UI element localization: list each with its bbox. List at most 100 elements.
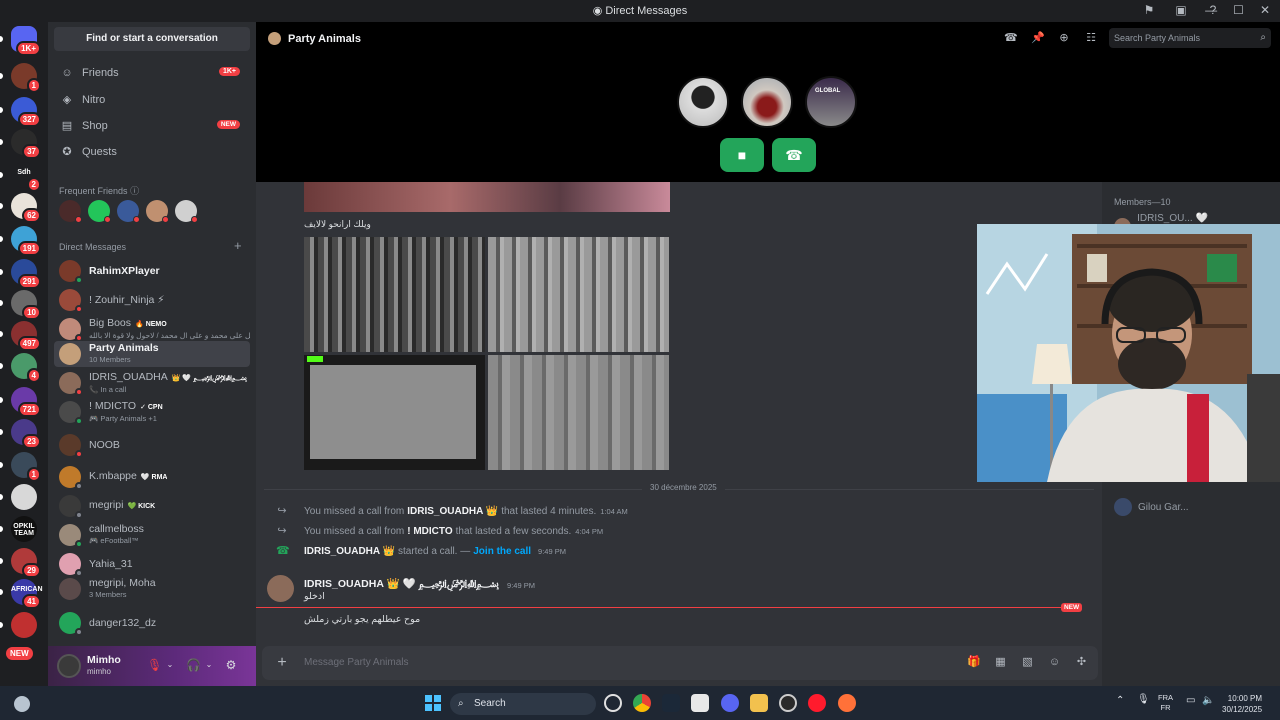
capture-tool-icon[interactable] bbox=[691, 694, 709, 712]
inbox-icon[interactable]: ⚑ bbox=[1142, 3, 1156, 17]
minimize-button[interactable]: — bbox=[1205, 3, 1217, 17]
create-dm-button[interactable]: + bbox=[234, 238, 242, 253]
language-indicator[interactable]: FRA FR bbox=[1158, 693, 1173, 713]
gift-icon[interactable]: 🎁 bbox=[967, 656, 981, 669]
message-composer[interactable]: + Message Party Animals 🎁 ▦ ▧ ☺ ✣ bbox=[262, 646, 1098, 680]
headset-icon[interactable]: 🎧 bbox=[186, 658, 201, 672]
frequent-friend-avatar[interactable] bbox=[88, 200, 111, 223]
dm-item[interactable]: Yahia_31 bbox=[54, 551, 250, 577]
server-icon[interactable]: 37 bbox=[11, 129, 41, 159]
taskbar-search[interactable]: ⌕ Search bbox=[450, 693, 596, 715]
server-icon[interactable] bbox=[11, 612, 37, 638]
dm-item[interactable]: megripi, Moha 3 Members bbox=[54, 576, 250, 602]
dm-item[interactable]: K.mbappe 🤍 RMA bbox=[54, 464, 250, 490]
member-list-icon[interactable]: ☷ bbox=[1085, 32, 1097, 44]
server-icon[interactable]: AFRICAN 41 bbox=[11, 579, 43, 609]
find-conversation-button[interactable]: Find or start a conversation bbox=[54, 27, 250, 51]
dm-item[interactable]: danger132_dz bbox=[54, 610, 250, 636]
volume-icon[interactable]: 🔈 bbox=[1202, 696, 1214, 706]
user-avatar[interactable] bbox=[57, 654, 81, 678]
video-call-button[interactable]: ■ bbox=[720, 138, 764, 172]
tray-chevron-icon[interactable]: ⌃ bbox=[1116, 696, 1124, 706]
server-icon[interactable]: 10 bbox=[11, 290, 41, 320]
windows-start-icon[interactable] bbox=[425, 695, 441, 711]
nav-shop[interactable]: ▤ Shop NEW bbox=[54, 113, 250, 139]
frequent-friend-avatar[interactable] bbox=[175, 200, 198, 223]
server-icon[interactable]: 721 bbox=[11, 387, 41, 417]
image-attachment[interactable] bbox=[304, 182, 670, 212]
server-icon[interactable]: 4 bbox=[11, 353, 41, 383]
firefox-icon[interactable] bbox=[838, 694, 856, 712]
call-participant-avatar[interactable] bbox=[677, 76, 729, 128]
dm-item[interactable]: Party Animals 10 Members bbox=[54, 341, 250, 367]
image-attachment[interactable] bbox=[488, 237, 669, 352]
image-attachment[interactable] bbox=[488, 355, 669, 470]
dm-item[interactable]: NOOB bbox=[54, 432, 250, 458]
member-row[interactable]: Gilou Gar... bbox=[1114, 498, 1189, 516]
chevron-down-icon[interactable]: ⌄ bbox=[202, 658, 216, 672]
pin-icon[interactable]: 📌 bbox=[1031, 32, 1045, 44]
screen-share-icon[interactable]: ▣ bbox=[1174, 3, 1188, 17]
server-icon[interactable]: Sdh 2 bbox=[11, 162, 41, 192]
add-friends-icon[interactable]: ⊕ bbox=[1058, 32, 1070, 44]
server-icon[interactable]: 62 bbox=[11, 193, 41, 223]
server-icon[interactable]: 327 bbox=[11, 97, 41, 127]
maximize-button[interactable]: ☐ bbox=[1233, 3, 1244, 17]
dm-item[interactable]: megripi 💚 KICK bbox=[54, 493, 250, 519]
dm-item[interactable]: ! MDICTO ✓ CPN 🎮 Party Animals +1 bbox=[54, 399, 250, 425]
chevron-down-icon[interactable]: ⌄ bbox=[163, 658, 177, 672]
attach-plus-icon[interactable]: + bbox=[274, 655, 290, 671]
frequent-friend-avatar[interactable] bbox=[146, 200, 169, 223]
frequent-friend-avatar[interactable] bbox=[117, 200, 140, 223]
server-icon[interactable]: 29 bbox=[11, 548, 41, 578]
dm-item[interactable]: ! Zouhir_Ninja ⚡ bbox=[54, 287, 250, 313]
close-button[interactable]: ✕ bbox=[1260, 3, 1270, 17]
dm-item[interactable]: Big Boos 🔥 NEMO صل على محمد و على ال محمد … bbox=[54, 316, 250, 342]
nav-quests[interactable]: ✪ Quests bbox=[54, 139, 250, 165]
nav-friends[interactable]: ☺ Friends 1K+ bbox=[54, 60, 250, 86]
emoji-icon[interactable]: ☺ bbox=[1048, 656, 1061, 669]
server-icon[interactable] bbox=[11, 484, 37, 510]
system-username[interactable]: ! MDICTO bbox=[407, 526, 452, 537]
chatgpt-icon[interactable] bbox=[604, 694, 622, 712]
message-author-avatar[interactable] bbox=[267, 575, 294, 602]
system-username[interactable]: IDRIS_OUADHA 👑 bbox=[304, 546, 395, 557]
server-icon[interactable]: 291 bbox=[11, 259, 41, 289]
call-participant-avatar[interactable]: GLOBAL bbox=[805, 76, 857, 128]
nav-nitro[interactable]: ◈ Nitro bbox=[54, 87, 250, 113]
server-icon[interactable]: 191 bbox=[11, 226, 41, 256]
server-icon[interactable]: 1K+ bbox=[11, 26, 41, 56]
file-explorer-icon[interactable] bbox=[750, 694, 768, 712]
weather-widget-icon[interactable] bbox=[14, 696, 30, 712]
clock[interactable]: 10:00 PM 30/12/2025 bbox=[1222, 693, 1262, 715]
call-participant-avatar[interactable] bbox=[741, 76, 793, 128]
steam-icon[interactable] bbox=[662, 694, 680, 712]
opera-icon[interactable] bbox=[808, 694, 826, 712]
settings-gear-icon[interactable]: ⚙ bbox=[224, 658, 238, 672]
server-icon[interactable]: 1 bbox=[11, 452, 41, 482]
dm-item[interactable]: callmelboss 🎮 eFootball™ bbox=[54, 522, 250, 548]
frequent-friend-avatar[interactable] bbox=[59, 200, 82, 223]
join-call-button[interactable]: ☎ bbox=[772, 138, 816, 172]
call-icon[interactable]: ☎ bbox=[1004, 32, 1018, 44]
apps-icon[interactable]: ✣ bbox=[1075, 656, 1088, 669]
gif-icon[interactable]: ▦ bbox=[994, 656, 1007, 669]
network-icon[interactable]: ▭ bbox=[1186, 696, 1195, 706]
mute-icon[interactable]: 🎙 bbox=[147, 658, 162, 672]
message-author[interactable]: IDRIS_OUADHA 👑 🤍 ﷽ bbox=[304, 576, 499, 594]
dm-item[interactable]: IDRIS_OUADHA 👑 🤍 ﷽ 📞 In a call bbox=[54, 370, 250, 396]
server-icon[interactable]: 497 bbox=[11, 321, 41, 351]
channel-search-input[interactable]: Search Party Animals ⌕ bbox=[1109, 28, 1271, 48]
microphone-icon[interactable]: 🎙 bbox=[1137, 695, 1150, 705]
obs-icon[interactable] bbox=[779, 694, 797, 712]
server-icon[interactable]: OPKIL TEAM bbox=[11, 516, 37, 542]
discord-icon[interactable] bbox=[721, 694, 739, 712]
server-icon[interactable]: 1 bbox=[11, 63, 41, 93]
chrome-icon[interactable] bbox=[633, 694, 651, 712]
system-username[interactable]: IDRIS_OUADHA 👑 bbox=[407, 506, 498, 517]
image-attachment[interactable] bbox=[304, 237, 485, 352]
sticker-icon[interactable]: ▧ bbox=[1021, 656, 1034, 669]
dm-item[interactable]: RahimXPlayer bbox=[54, 258, 250, 284]
image-attachment[interactable] bbox=[304, 355, 485, 470]
server-icon[interactable]: 23 bbox=[11, 419, 41, 449]
